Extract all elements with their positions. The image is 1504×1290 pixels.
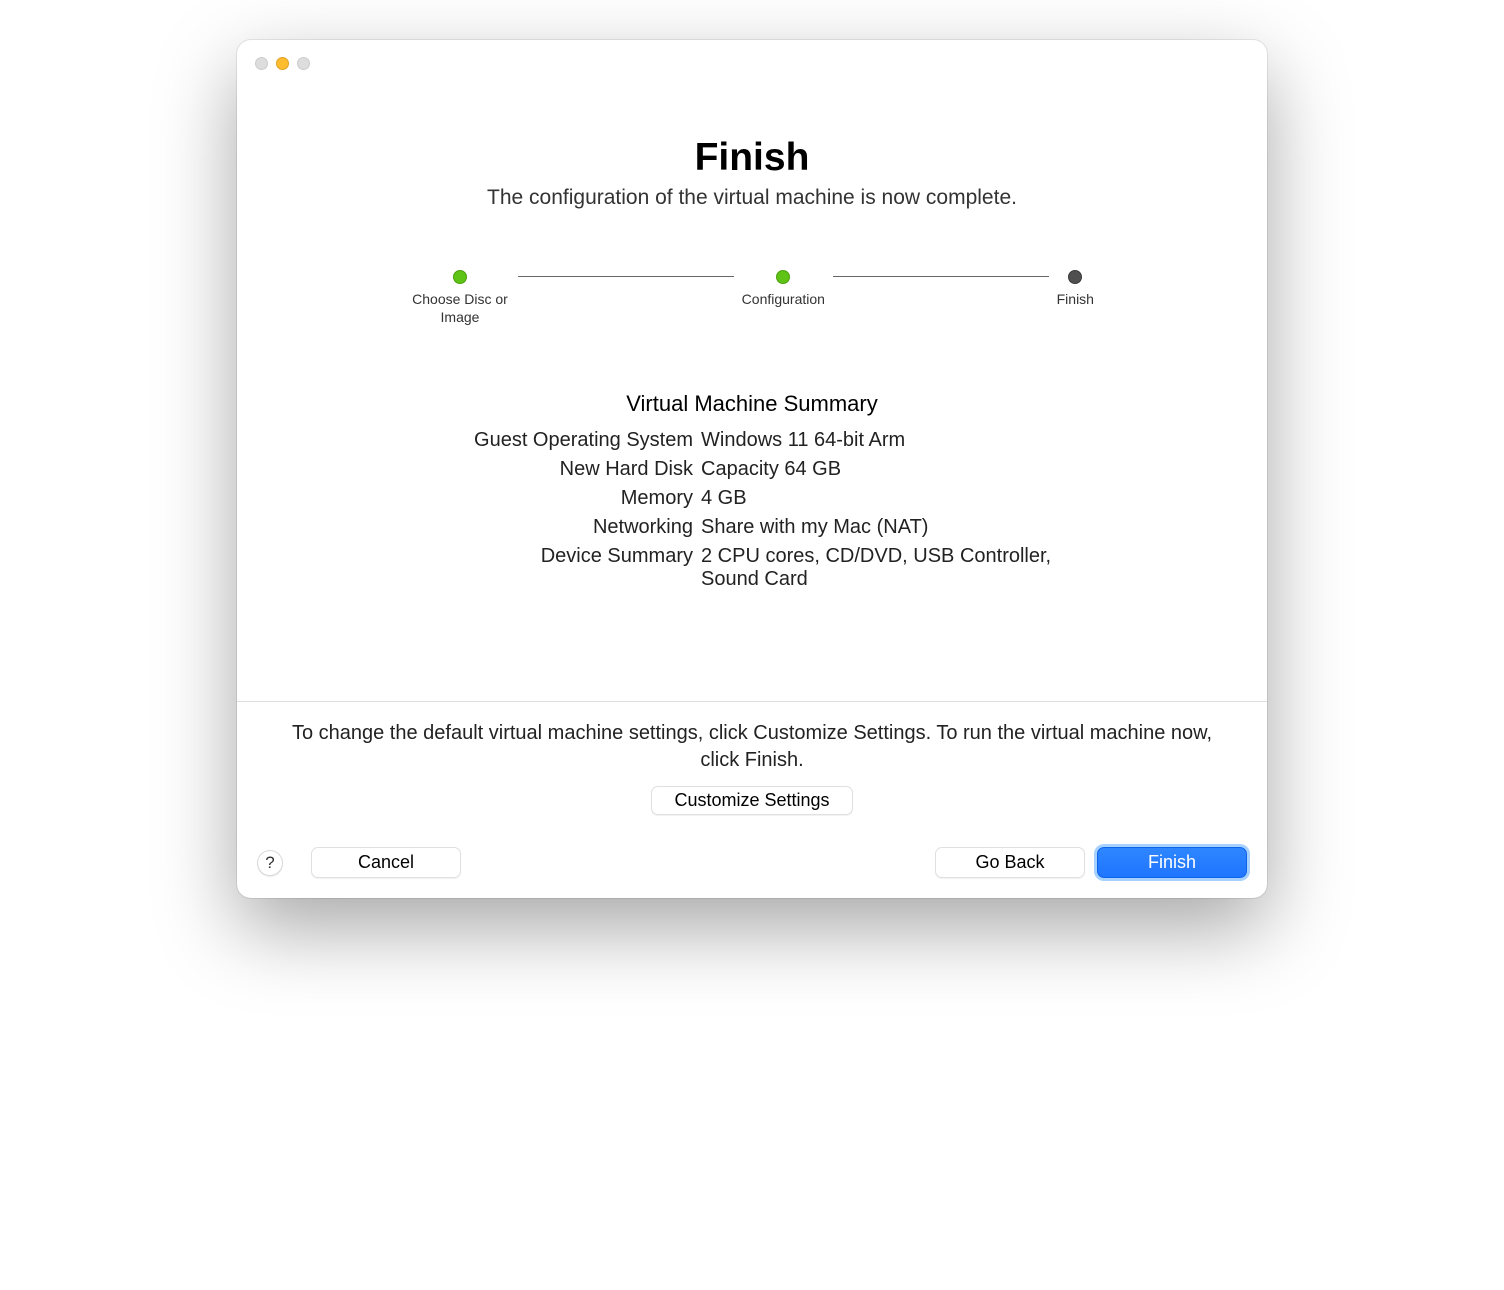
wizard-window: Finish The configuration of the virtual … (237, 40, 1267, 898)
footnote-section: To change the default virtual machine se… (237, 701, 1267, 833)
help-button[interactable]: ? (257, 850, 283, 876)
go-back-button[interactable]: Go Back (935, 847, 1085, 878)
page-subtitle: The configuration of the virtual machine… (287, 186, 1217, 210)
button-bar: ? Cancel Go Back Finish (237, 833, 1267, 898)
step-dot-icon (1068, 270, 1082, 284)
titlebar (237, 40, 1267, 86)
page-title: Finish (287, 136, 1217, 180)
stepper: Choose Disc or Image Configuration Finis… (402, 270, 1102, 326)
summary-memory-value: 4 GB (701, 487, 1061, 510)
step-label: Configuration (742, 290, 825, 308)
step-dot-icon (453, 270, 467, 284)
step-finish: Finish (1049, 270, 1102, 308)
content-area: Finish The configuration of the virtual … (237, 86, 1267, 591)
step-label: Finish (1057, 290, 1094, 308)
summary-disk-label: New Hard Disk (443, 458, 693, 481)
summary-device-label: Device Summary (443, 545, 693, 591)
zoom-icon[interactable] (297, 57, 310, 70)
summary-table: Guest Operating System Windows 11 64-bit… (287, 429, 1217, 591)
summary-networking-label: Networking (443, 516, 693, 539)
step-choose-disc: Choose Disc or Image (402, 270, 518, 326)
step-label: Choose Disc or Image (410, 290, 510, 326)
summary-heading: Virtual Machine Summary (287, 391, 1217, 417)
summary-os-value: Windows 11 64-bit Arm (701, 429, 1061, 452)
summary-device-value: 2 CPU cores, CD/DVD, USB Controller, Sou… (701, 545, 1061, 591)
cancel-button[interactable]: Cancel (311, 847, 461, 878)
footnote-text: To change the default virtual machine se… (277, 720, 1227, 774)
summary-os-label: Guest Operating System (443, 429, 693, 452)
customize-settings-button[interactable]: Customize Settings (651, 786, 852, 815)
minimize-icon[interactable] (276, 57, 289, 70)
close-icon[interactable] (255, 57, 268, 70)
step-dot-icon (776, 270, 790, 284)
summary-memory-label: Memory (443, 487, 693, 510)
summary-networking-value: Share with my Mac (NAT) (701, 516, 1061, 539)
summary-disk-value: Capacity 64 GB (701, 458, 1061, 481)
step-configuration: Configuration (734, 270, 833, 308)
finish-button[interactable]: Finish (1097, 847, 1247, 878)
